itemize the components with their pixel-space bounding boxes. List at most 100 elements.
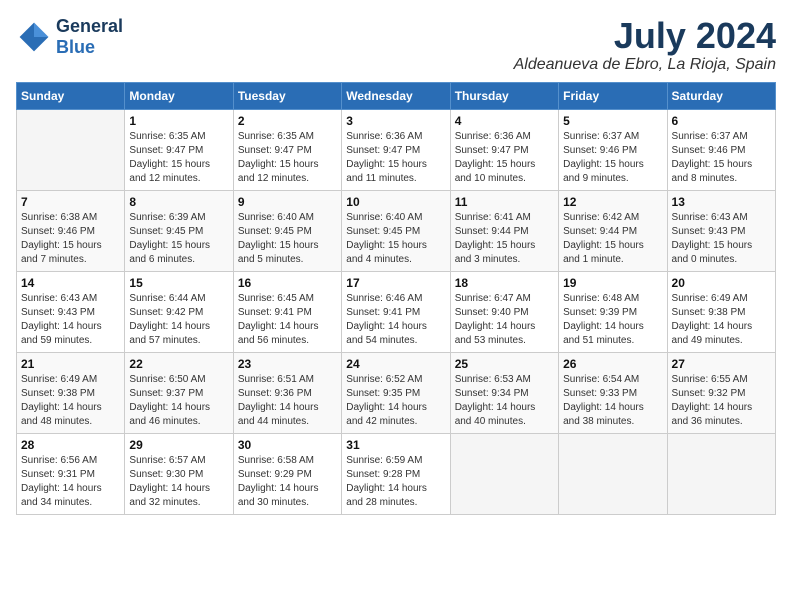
logo: General Blue — [16, 16, 123, 58]
day-number: 18 — [455, 276, 554, 290]
day-number: 23 — [238, 357, 337, 371]
calendar-cell: 4 Sunrise: 6:36 AMSunset: 9:47 PMDaylight… — [450, 109, 558, 190]
logo-text: General Blue — [56, 16, 123, 58]
day-number: 10 — [346, 195, 445, 209]
page-header: General Blue July 2024 Aldeanueva de Ebr… — [16, 16, 776, 74]
day-info: Sunrise: 6:38 AMSunset: 9:46 PMDaylight:… — [21, 211, 120, 267]
day-number: 9 — [238, 195, 337, 209]
calendar-cell: 5 Sunrise: 6:37 AMSunset: 9:46 PMDaylight… — [559, 109, 667, 190]
calendar-cell: 26 Sunrise: 6:54 AMSunset: 9:33 PMDayligh… — [559, 352, 667, 433]
month-year: July 2024 — [514, 16, 776, 56]
calendar-cell: 19 Sunrise: 6:48 AMSunset: 9:39 PMDayligh… — [559, 271, 667, 352]
day-info: Sunrise: 6:49 AMSunset: 9:38 PMDaylight:… — [672, 292, 771, 348]
calendar-cell: 28Sunrise: 6:56 AMSunset: 9:31 PMDayligh… — [17, 433, 125, 514]
day-number: 30 — [238, 438, 337, 452]
calendar-cell: 2Sunrise: 6:35 AMSunset: 9:47 PMDaylight… — [233, 109, 341, 190]
calendar-cell: 24 Sunrise: 6:52 AMSunset: 9:35 PMDayligh… — [342, 352, 450, 433]
day-info: Sunrise: 6:44 AMSunset: 9:42 PMDaylight:… — [129, 292, 228, 348]
calendar-cell: 7Sunrise: 6:38 AMSunset: 9:46 PMDaylight… — [17, 190, 125, 271]
calendar-week-4: 21Sunrise: 6:49 AMSunset: 9:38 PMDayligh… — [17, 352, 776, 433]
calendar-cell: 1 Sunrise: 6:35 AMSunset: 9:47 PMDaylight… — [125, 109, 233, 190]
day-number: 15 — [129, 276, 228, 290]
calendar-week-5: 28Sunrise: 6:56 AMSunset: 9:31 PMDayligh… — [17, 433, 776, 514]
day-info: Sunrise: 6:40 AMSunset: 9:45 PMDaylight:… — [238, 211, 337, 267]
location: Aldeanueva de Ebro, La Rioja, Spain — [514, 56, 776, 74]
calendar-cell: 21Sunrise: 6:49 AMSunset: 9:38 PMDayligh… — [17, 352, 125, 433]
calendar-header-row: SundayMondayTuesdayWednesdayThursdayFrid… — [17, 82, 776, 109]
day-number: 26 — [563, 357, 662, 371]
calendar-cell: 8Sunrise: 6:39 AMSunset: 9:45 PMDaylight… — [125, 190, 233, 271]
day-info: Sunrise: 6:46 AMSunset: 9:41 PMDaylight:… — [346, 292, 445, 348]
day-number: 25 — [455, 357, 554, 371]
day-header-thursday: Thursday — [450, 82, 558, 109]
day-info: Sunrise: 6:56 AMSunset: 9:31 PMDaylight:… — [21, 454, 120, 510]
day-number: 17 — [346, 276, 445, 290]
day-info: Sunrise: 6:43 AMSunset: 9:43 PMDaylight:… — [21, 292, 120, 348]
title-block: July 2024 Aldeanueva de Ebro, La Rioja, … — [514, 16, 776, 74]
day-info: Sunrise: 6:36 AMSunset: 9:47 PMDaylight:… — [455, 130, 554, 186]
day-header-friday: Friday — [559, 82, 667, 109]
calendar-cell: 10 Sunrise: 6:40 AMSunset: 9:45 PMDayligh… — [342, 190, 450, 271]
day-number: 19 — [563, 276, 662, 290]
day-info: Sunrise: 6:54 AMSunset: 9:33 PMDaylight:… — [563, 373, 662, 429]
day-header-monday: Monday — [125, 82, 233, 109]
day-info: Sunrise: 6:52 AMSunset: 9:35 PMDaylight:… — [346, 373, 445, 429]
calendar-cell: 14 Sunrise: 6:43 AMSunset: 9:43 PMDayligh… — [17, 271, 125, 352]
calendar-cell: 18 Sunrise: 6:47 AMSunset: 9:40 PMDayligh… — [450, 271, 558, 352]
day-number: 24 — [346, 357, 445, 371]
calendar-cell: 15 Sunrise: 6:44 AMSunset: 9:42 PMDayligh… — [125, 271, 233, 352]
day-number: 31 — [346, 438, 445, 452]
day-info: Sunrise: 6:53 AMSunset: 9:34 PMDaylight:… — [455, 373, 554, 429]
day-number: 11 — [455, 195, 554, 209]
day-number: 5 — [563, 114, 662, 128]
calendar-cell: 27 Sunrise: 6:55 AMSunset: 9:32 PMDayligh… — [667, 352, 775, 433]
logo-icon — [16, 19, 52, 55]
day-number: 14 — [21, 276, 120, 290]
day-number: 4 — [455, 114, 554, 128]
calendar-cell — [17, 109, 125, 190]
day-info: Sunrise: 6:51 AMSunset: 9:36 PMDaylight:… — [238, 373, 337, 429]
day-number: 16 — [238, 276, 337, 290]
day-info: Sunrise: 6:59 AMSunset: 9:28 PMDaylight:… — [346, 454, 445, 510]
day-header-wednesday: Wednesday — [342, 82, 450, 109]
day-info: Sunrise: 6:48 AMSunset: 9:39 PMDaylight:… — [563, 292, 662, 348]
day-number: 8 — [129, 195, 228, 209]
day-info: Sunrise: 6:41 AMSunset: 9:44 PMDaylight:… — [455, 211, 554, 267]
calendar-cell: 22Sunrise: 6:50 AMSunset: 9:37 PMDayligh… — [125, 352, 233, 433]
day-info: Sunrise: 6:42 AMSunset: 9:44 PMDaylight:… — [563, 211, 662, 267]
day-header-tuesday: Tuesday — [233, 82, 341, 109]
calendar-week-1: 1 Sunrise: 6:35 AMSunset: 9:47 PMDaylight… — [17, 109, 776, 190]
day-info: Sunrise: 6:37 AMSunset: 9:46 PMDaylight:… — [563, 130, 662, 186]
calendar-cell: 11 Sunrise: 6:41 AMSunset: 9:44 PMDayligh… — [450, 190, 558, 271]
day-number: 6 — [672, 114, 771, 128]
day-info: Sunrise: 6:35 AMSunset: 9:47 PMDaylight:… — [129, 130, 228, 186]
calendar-cell: 23 Sunrise: 6:51 AMSunset: 9:36 PMDayligh… — [233, 352, 341, 433]
day-info: Sunrise: 6:49 AMSunset: 9:38 PMDaylight:… — [21, 373, 120, 429]
calendar-cell: 6 Sunrise: 6:37 AMSunset: 9:46 PMDaylight… — [667, 109, 775, 190]
day-number: 2 — [238, 114, 337, 128]
calendar-cell: 12 Sunrise: 6:42 AMSunset: 9:44 PMDayligh… — [559, 190, 667, 271]
day-info: Sunrise: 6:37 AMSunset: 9:46 PMDaylight:… — [672, 130, 771, 186]
calendar-cell: 29 Sunrise: 6:57 AMSunset: 9:30 PMDayligh… — [125, 433, 233, 514]
calendar-cell — [559, 433, 667, 514]
day-info: Sunrise: 6:58 AMSunset: 9:29 PMDaylight:… — [238, 454, 337, 510]
calendar-cell: 16Sunrise: 6:45 AMSunset: 9:41 PMDayligh… — [233, 271, 341, 352]
day-info: Sunrise: 6:40 AMSunset: 9:45 PMDaylight:… — [346, 211, 445, 267]
calendar-cell: 20Sunrise: 6:49 AMSunset: 9:38 PMDayligh… — [667, 271, 775, 352]
day-info: Sunrise: 6:57 AMSunset: 9:30 PMDaylight:… — [129, 454, 228, 510]
day-number: 13 — [672, 195, 771, 209]
calendar-cell: 3Sunrise: 6:36 AMSunset: 9:47 PMDaylight… — [342, 109, 450, 190]
day-info: Sunrise: 6:36 AMSunset: 9:47 PMDaylight:… — [346, 130, 445, 186]
calendar-cell: 30 Sunrise: 6:58 AMSunset: 9:29 PMDayligh… — [233, 433, 341, 514]
calendar-week-3: 14 Sunrise: 6:43 AMSunset: 9:43 PMDayligh… — [17, 271, 776, 352]
day-info: Sunrise: 6:50 AMSunset: 9:37 PMDaylight:… — [129, 373, 228, 429]
day-info: Sunrise: 6:55 AMSunset: 9:32 PMDaylight:… — [672, 373, 771, 429]
day-number: 1 — [129, 114, 228, 128]
day-number: 29 — [129, 438, 228, 452]
day-info: Sunrise: 6:47 AMSunset: 9:40 PMDaylight:… — [455, 292, 554, 348]
day-number: 27 — [672, 357, 771, 371]
calendar-cell: 17 Sunrise: 6:46 AMSunset: 9:41 PMDayligh… — [342, 271, 450, 352]
calendar-cell — [667, 433, 775, 514]
day-number: 12 — [563, 195, 662, 209]
day-header-sunday: Sunday — [17, 82, 125, 109]
